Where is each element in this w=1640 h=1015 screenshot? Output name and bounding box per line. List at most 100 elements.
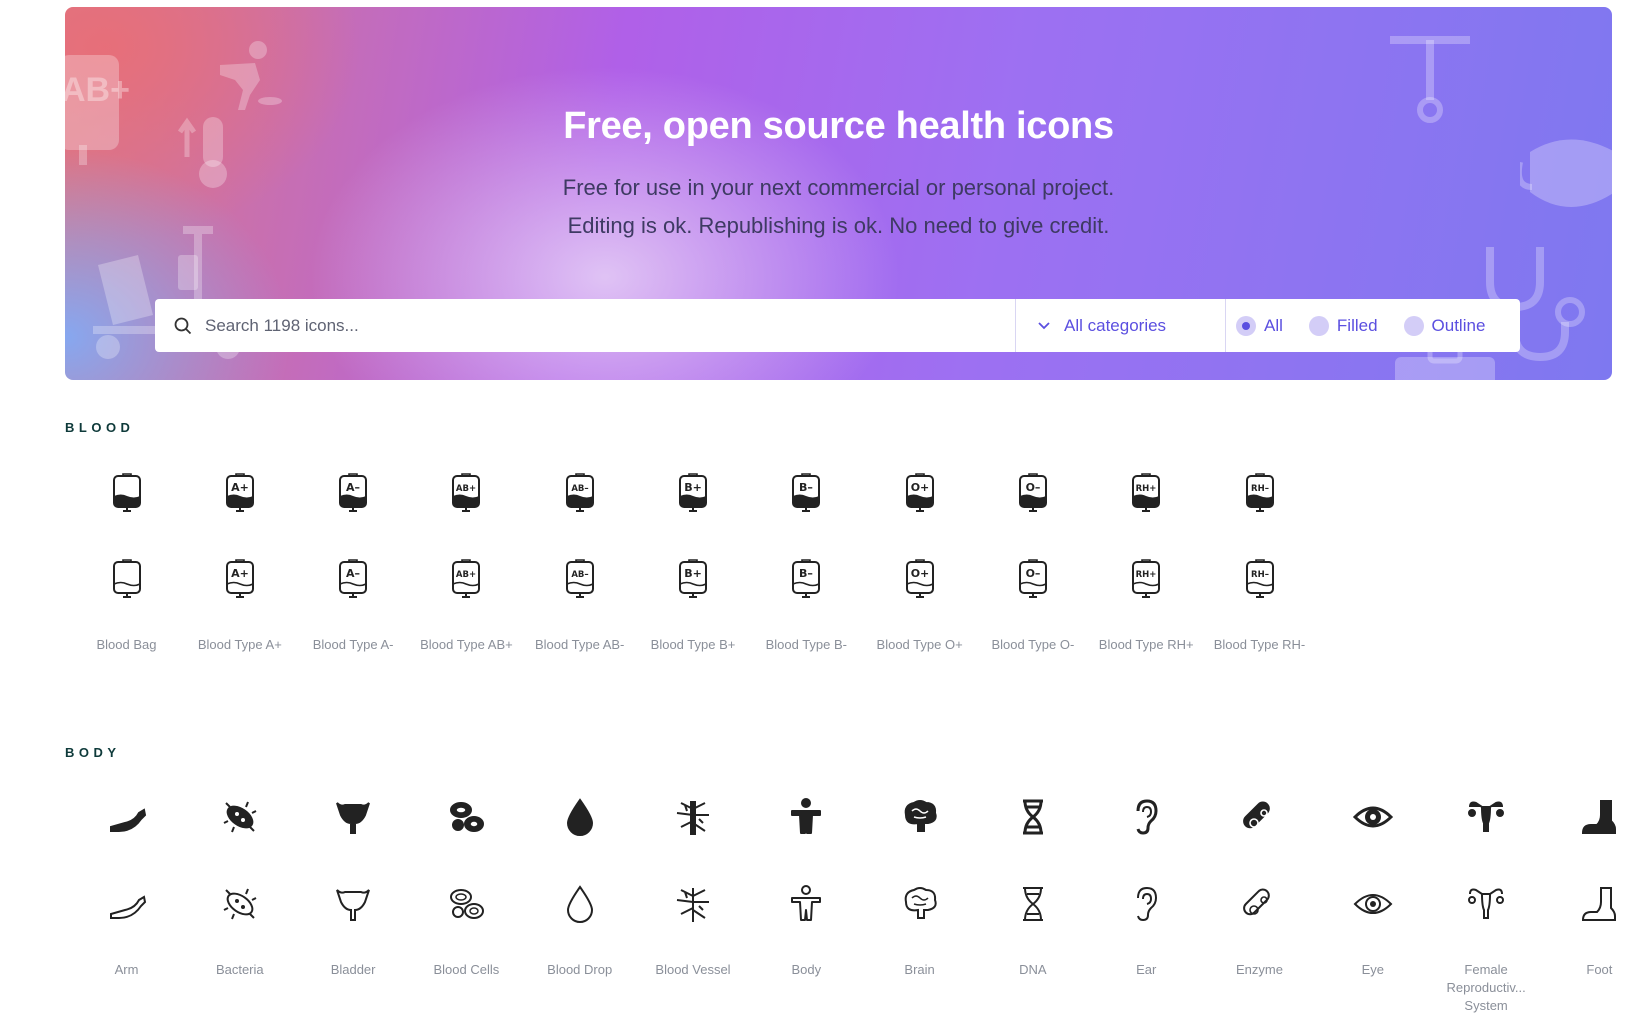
icon-label: Blood Type A- bbox=[312, 637, 394, 652]
filter-all-radio[interactable]: All bbox=[1236, 315, 1283, 336]
icon-tile[interactable] bbox=[1430, 884, 1543, 926]
icon-tile[interactable] bbox=[183, 884, 296, 926]
icon-tile[interactable]: O– bbox=[976, 472, 1089, 514]
icon-tile[interactable] bbox=[863, 884, 976, 926]
icon-tile[interactable]: RH– bbox=[1203, 558, 1316, 600]
dna-filled-icon bbox=[1022, 799, 1043, 835]
ear-filled-icon bbox=[1136, 799, 1158, 835]
icon-tile[interactable] bbox=[410, 797, 523, 839]
icon-tile[interactable]: AB+ bbox=[410, 558, 523, 600]
icon-tile[interactable] bbox=[297, 884, 410, 926]
section-title-blood: BLOOD bbox=[65, 420, 135, 435]
search-input[interactable] bbox=[205, 299, 1005, 352]
bacteria-filled-icon bbox=[223, 801, 257, 833]
icon-tile[interactable] bbox=[1203, 797, 1316, 839]
icon-tile[interactable]: RH+ bbox=[1090, 472, 1203, 514]
icon-tile[interactable] bbox=[863, 797, 976, 839]
icon-tile[interactable]: B+ bbox=[637, 558, 750, 600]
icon-tile[interactable]: RH+ bbox=[1090, 558, 1203, 600]
blood-cells-outline-icon bbox=[450, 889, 485, 919]
icon-tile[interactable]: A– bbox=[297, 472, 410, 514]
icon-tile[interactable]: B– bbox=[750, 472, 863, 514]
icon-tile[interactable]: RH– bbox=[1203, 472, 1316, 514]
icon-label: Blood Cells bbox=[433, 962, 500, 977]
icon-label: Blood Vessel bbox=[655, 962, 731, 977]
icon-tile[interactable] bbox=[750, 797, 863, 839]
blood-drop-outline-icon bbox=[566, 885, 593, 923]
svg-text:B+: B+ bbox=[684, 567, 702, 580]
svg-text:O–: O– bbox=[1025, 567, 1040, 580]
icon-tile[interactable] bbox=[70, 884, 183, 926]
bladder-filled-icon bbox=[336, 802, 371, 834]
bacteria-outline-icon bbox=[223, 888, 257, 920]
icon-tile[interactable]: A– bbox=[297, 558, 410, 600]
icon-tile[interactable] bbox=[1430, 797, 1543, 839]
blood-type-o-filled-icon: O+ bbox=[905, 473, 934, 512]
icon-tile[interactable] bbox=[976, 797, 1089, 839]
icon-tile[interactable]: O+ bbox=[863, 558, 976, 600]
filter-outline-radio[interactable]: Outline bbox=[1403, 315, 1486, 336]
hero-banner: AB+ Free, open source health icons Free … bbox=[65, 7, 1612, 380]
foot-outline-icon bbox=[1582, 887, 1617, 921]
blood-type-rh-outline-icon: RH– bbox=[1245, 559, 1274, 598]
icon-tile[interactable] bbox=[1543, 884, 1640, 926]
icon-tile[interactable] bbox=[1316, 797, 1429, 839]
filter-filled-radio[interactable]: Filled bbox=[1308, 315, 1378, 336]
icon-label: Bladder bbox=[330, 962, 376, 977]
icon-tile[interactable] bbox=[1090, 797, 1203, 839]
icon-tile[interactable] bbox=[976, 884, 1089, 926]
icon-tile[interactable]: O– bbox=[976, 558, 1089, 600]
svg-text:RH–: RH– bbox=[1251, 484, 1269, 494]
svg-text:B–: B– bbox=[799, 567, 813, 580]
svg-text:A–: A– bbox=[346, 481, 360, 494]
blood-type-b-outline-icon: B+ bbox=[679, 559, 707, 598]
filter-all-label: All bbox=[1264, 315, 1283, 335]
category-dropdown[interactable]: All categories bbox=[1015, 299, 1226, 352]
icon-tile[interactable] bbox=[523, 797, 636, 839]
icon-tile[interactable] bbox=[637, 797, 750, 839]
icon-tile[interactable] bbox=[1316, 884, 1429, 926]
icon-tile[interactable] bbox=[70, 797, 183, 839]
icon-tile[interactable]: B– bbox=[750, 558, 863, 600]
icon-label: Enzyme bbox=[1236, 962, 1283, 977]
icon-tile[interactable] bbox=[70, 472, 183, 514]
icon-tile[interactable]: A+ bbox=[183, 558, 296, 600]
icon-label: Blood Type O- bbox=[991, 637, 1075, 652]
icon-tile[interactable]: O+ bbox=[863, 472, 976, 514]
icon-tile[interactable]: AB– bbox=[523, 558, 636, 600]
icon-tile[interactable]: A+ bbox=[183, 472, 296, 514]
icon-tile[interactable] bbox=[183, 797, 296, 839]
icon-tile[interactable]: AB– bbox=[523, 472, 636, 514]
icon-label: Blood Type RH- bbox=[1213, 637, 1306, 652]
icon-tile[interactable] bbox=[70, 558, 183, 600]
svg-text:AB+: AB+ bbox=[456, 570, 476, 580]
icon-label: DNA bbox=[1019, 962, 1047, 977]
icon-tile[interactable] bbox=[750, 884, 863, 926]
icon-label: Blood Type AB+ bbox=[420, 637, 513, 652]
eye-filled-icon bbox=[1352, 806, 1393, 828]
svg-text:O+: O+ bbox=[910, 567, 929, 580]
icon-tile[interactable] bbox=[297, 797, 410, 839]
svg-text:A+: A+ bbox=[231, 567, 249, 580]
body-outline-icon bbox=[791, 885, 822, 921]
icon-tile[interactable] bbox=[1090, 884, 1203, 926]
bladder-outline-icon bbox=[336, 889, 371, 921]
icon-label: Blood Type O+ bbox=[876, 637, 963, 652]
radio-indicator bbox=[1308, 315, 1329, 336]
icon-tile[interactable] bbox=[1543, 797, 1640, 839]
blood-type-ab-filled-icon: AB+ bbox=[452, 473, 481, 512]
blood-type-rh-filled-icon: RH– bbox=[1245, 473, 1274, 512]
icon-tile[interactable] bbox=[637, 884, 750, 926]
blood-bag-outline-icon bbox=[112, 559, 141, 598]
icon-tile[interactable] bbox=[1203, 884, 1316, 926]
icon-tile[interactable] bbox=[410, 884, 523, 926]
filter-outline-label: Outline bbox=[1431, 315, 1486, 335]
icon-tile[interactable]: AB+ bbox=[410, 472, 523, 514]
icon-tile[interactable] bbox=[523, 884, 636, 926]
svg-text:AB–: AB– bbox=[571, 570, 588, 580]
icon-label: Blood Bag bbox=[96, 637, 157, 652]
blood-type-a-filled-icon: A– bbox=[339, 473, 368, 512]
icon-label: Blood Type A+ bbox=[197, 637, 282, 652]
svg-text:O–: O– bbox=[1025, 481, 1040, 494]
icon-tile[interactable]: B+ bbox=[637, 472, 750, 514]
